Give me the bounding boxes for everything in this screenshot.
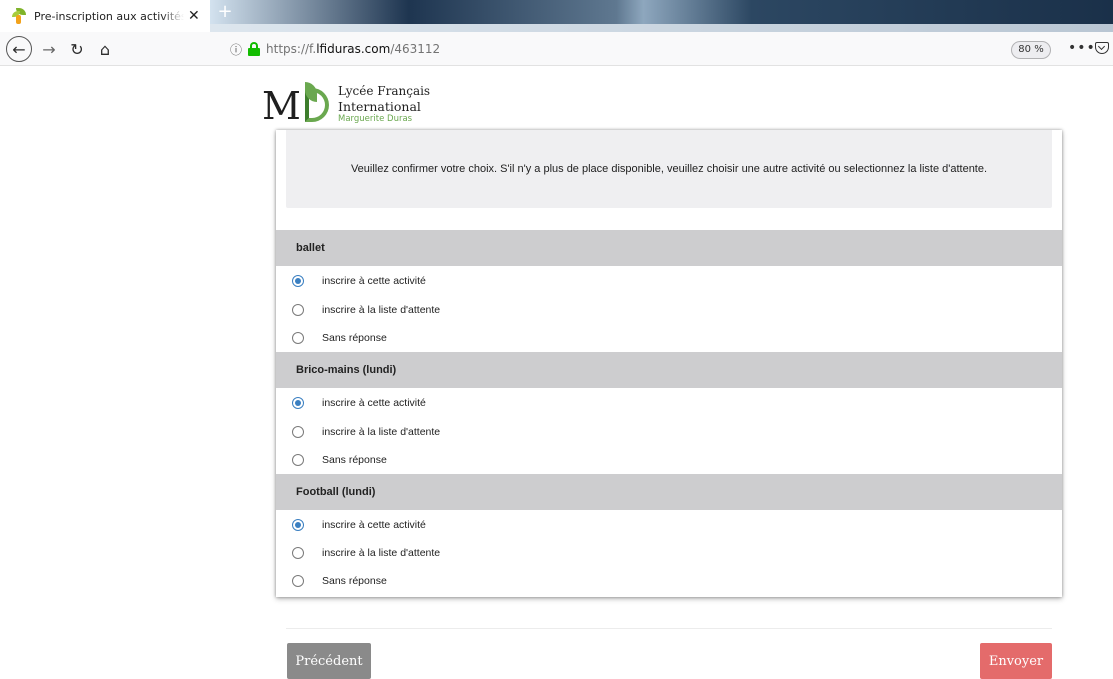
section-title: Football (lundi) (296, 486, 376, 498)
option-label: inscrire à cette activité (322, 275, 426, 287)
option-football-waitlist[interactable]: inscrire à la liste d'attente (276, 539, 1062, 567)
option-ballet-register[interactable]: inscrire à cette activité (276, 267, 1062, 295)
url-text: https://f.lfiduras.com/463112 (266, 42, 441, 56)
radio-button[interactable] (292, 426, 304, 438)
logo-line-2: International (338, 99, 421, 114)
option-football-register[interactable]: inscrire à cette activité (276, 511, 1062, 539)
choices-card: Veuillez confirmer votre choix. S'il n'y… (276, 130, 1062, 597)
send-button[interactable]: Envoyer (980, 643, 1052, 679)
option-label: Sans réponse (322, 332, 387, 344)
section-header-ballet: ballet (276, 230, 1062, 266)
previous-button[interactable]: Précédent (287, 643, 371, 679)
logo-d-leaf-icon (305, 82, 329, 122)
option-label: inscrire à cette activité (322, 519, 426, 531)
tab-title: Pre-inscription aux activités pé (34, 9, 184, 23)
option-label: Sans réponse (322, 454, 387, 466)
option-brico-register[interactable]: inscrire à cette activité (276, 389, 1062, 417)
section-title: ballet (296, 242, 325, 254)
sprout-favicon-icon (10, 7, 28, 25)
back-button[interactable]: ← (4, 36, 34, 62)
back-arrow-icon: ← (6, 36, 32, 62)
option-label: inscrire à cette activité (322, 397, 426, 409)
radio-button[interactable] (292, 454, 304, 466)
notice-box: Veuillez confirmer votre choix. S'il n'y… (286, 130, 1052, 208)
radio-button[interactable] (292, 332, 304, 344)
option-ballet-waitlist[interactable]: inscrire à la liste d'attente (276, 296, 1062, 324)
footer-divider (286, 628, 1052, 629)
radio-button[interactable] (292, 304, 304, 316)
browser-tab-bar: Pre-inscription aux activités pé ✕ + (0, 0, 1113, 32)
tab-bar-background (210, 0, 1113, 32)
new-tab-plus-icon[interactable]: + (214, 3, 236, 22)
more-options-icon[interactable]: ••• (1068, 40, 1096, 56)
option-brico-waitlist[interactable]: inscrire à la liste d'attente (276, 418, 1062, 446)
section-header-brico-mains: Brico-mains (lundi) (276, 352, 1062, 388)
reload-icon[interactable]: ↻ (66, 36, 88, 62)
school-logo: M Lycée Français International Marguerit… (262, 82, 462, 130)
option-football-no-answer[interactable]: Sans réponse (276, 567, 1062, 595)
logo-line-3: Marguerite Duras (338, 114, 413, 124)
close-icon[interactable]: ✕ (188, 8, 200, 24)
radio-button[interactable] (292, 575, 304, 587)
browser-tab-active[interactable]: Pre-inscription aux activités pé ✕ (0, 0, 200, 32)
section-header-football: Football (lundi) (276, 474, 1062, 510)
logo-letter-m: M (262, 84, 301, 128)
radio-button-checked[interactable] (292, 397, 304, 409)
forward-arrow-icon[interactable]: → (38, 36, 60, 62)
notice-text: Veuillez confirmer votre choix. S'il n'y… (350, 163, 988, 175)
zoom-level-badge[interactable]: 80 % (1011, 41, 1051, 59)
option-label: inscrire à la liste d'attente (322, 426, 441, 438)
url-bar[interactable]: ⓘ https://f.lfiduras.com/463112 (226, 37, 1086, 61)
option-ballet-no-answer[interactable]: Sans réponse (276, 324, 1062, 352)
radio-button[interactable] (292, 547, 304, 559)
radio-button-checked[interactable] (292, 519, 304, 531)
option-label: inscrire à la liste d'attente (322, 304, 441, 316)
section-title: Brico-mains (lundi) (296, 364, 397, 376)
lock-icon[interactable] (248, 42, 261, 56)
info-icon[interactable]: ⓘ (230, 41, 242, 58)
home-icon[interactable]: ⌂ (94, 36, 116, 62)
option-label: inscrire à la liste d'attente (322, 547, 441, 559)
option-brico-no-answer[interactable]: Sans réponse (276, 446, 1062, 474)
option-label: Sans réponse (322, 575, 387, 587)
logo-line-1: Lycée Français (338, 84, 431, 98)
radio-button-checked[interactable] (292, 275, 304, 287)
browser-nav-bar: ← → ↻ ⌂ ⓘ https://f.lfiduras.com/463112 (0, 32, 1113, 66)
